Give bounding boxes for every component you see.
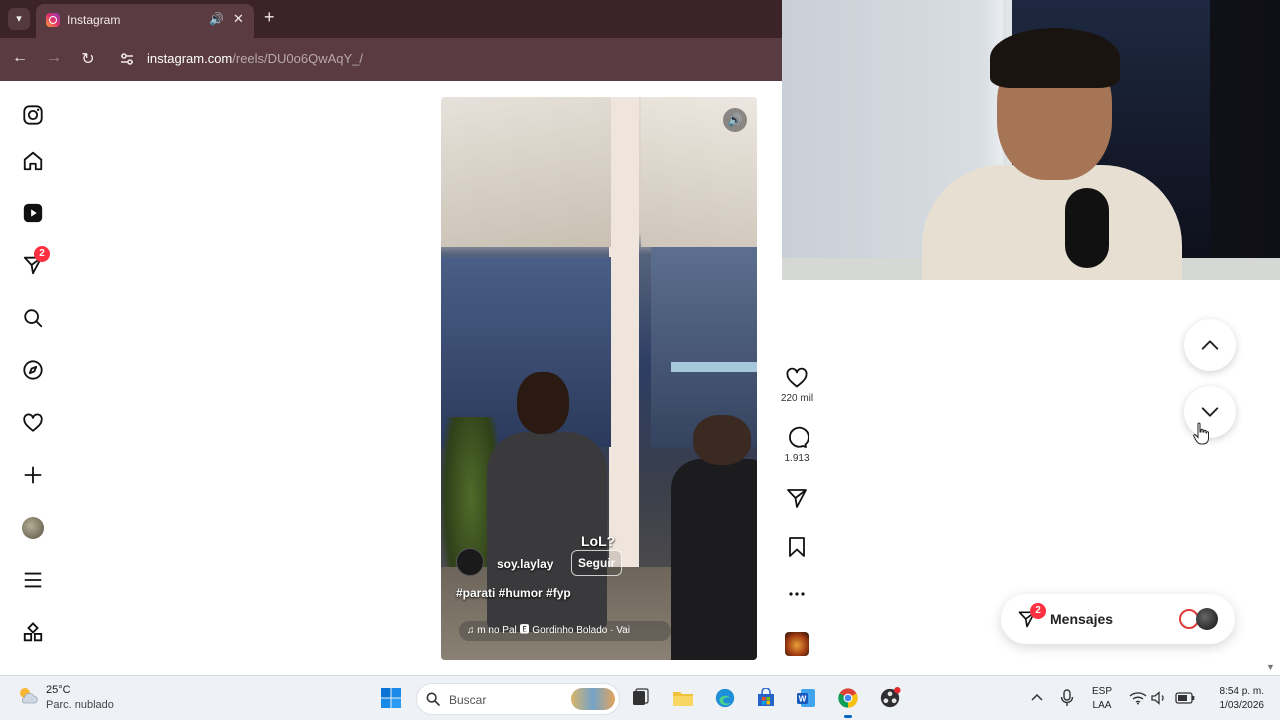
site-settings-icon[interactable]	[118, 50, 136, 68]
author-username[interactable]: soy.laylay	[497, 557, 553, 571]
clock-time: 8:54 p. m.	[1219, 686, 1264, 697]
search-highlight-art	[571, 688, 615, 710]
comment-count: 1.913	[784, 453, 810, 464]
reel-audio-info[interactable]: ♫ m no Pal 🅴 Gordinho Bolado · Vai	[459, 621, 671, 641]
reel-hashtags[interactable]: #parati #humor #fyp	[456, 586, 571, 600]
input-language-indicator[interactable]: ESP LAA	[1092, 685, 1112, 713]
also-from-meta-icon[interactable]	[21, 621, 45, 645]
like-action[interactable]: 220 mil	[776, 366, 818, 404]
audio-track-thumbnail[interactable]	[785, 632, 809, 656]
back-arrow-icon[interactable]: ←	[10, 49, 30, 67]
tab-search-chevron-icon[interactable]: ▾	[8, 8, 30, 30]
video-person-second-head	[693, 415, 751, 465]
keyboard-layout: LAA	[1092, 700, 1112, 711]
reload-icon[interactable]: ↻	[78, 49, 98, 69]
webcam-person-body	[922, 165, 1182, 280]
more-options-icon[interactable]	[776, 584, 818, 604]
video-person-head	[517, 372, 569, 434]
video-person-dancing	[487, 432, 607, 632]
new-tab-button[interactable]: +	[264, 7, 275, 27]
webcam-person-hair	[990, 28, 1120, 88]
instagram-sidebar: 2	[0, 81, 70, 675]
reel-video[interactable]: 🔊 LoL? soy.laylay Seguir #parati #humor …	[441, 97, 757, 660]
chrome-browser-icon[interactable]	[835, 685, 861, 718]
weather-temperature[interactable]: 25°C	[46, 684, 71, 696]
explore-compass-icon[interactable]	[21, 358, 45, 382]
system-clock[interactable]: 8:54 p. m. 1/03/2026	[1204, 685, 1265, 713]
windows-start-icon[interactable]	[378, 685, 404, 711]
scrollbar-down-arrow-icon[interactable]: ▼	[1266, 662, 1275, 672]
svg-text:W: W	[799, 695, 807, 704]
share-send-icon[interactable]	[785, 486, 809, 510]
browser-toolbar: ← → ↻ instagram.com/reels/DU0o6QwAqY_/	[0, 38, 782, 81]
search-icon[interactable]	[21, 306, 45, 330]
bookmark-icon[interactable]	[785, 535, 809, 559]
save-action[interactable]	[776, 535, 818, 559]
next-reel-button[interactable]	[1184, 386, 1236, 438]
profile-avatar-image	[22, 517, 44, 539]
reels-icon[interactable]	[21, 201, 45, 225]
language-code: ESP	[1092, 686, 1113, 697]
instagram-logo-icon[interactable]	[21, 103, 45, 127]
search-icon	[426, 692, 440, 706]
create-plus-icon[interactable]	[21, 463, 45, 487]
address-bar[interactable]: instagram.com/reels/DU0o6QwAqY_/	[147, 51, 363, 66]
like-count: 220 mil	[780, 393, 814, 404]
previous-reel-button[interactable]	[1184, 319, 1236, 371]
hand-cursor-icon	[1193, 422, 1209, 445]
audio-volume-icon[interactable]: 🔊	[723, 108, 747, 132]
tab-audio-playing-icon[interactable]: 🔊	[209, 12, 224, 26]
video-person-second	[671, 459, 757, 660]
volume-icon[interactable]	[1146, 685, 1172, 711]
webcam-microphone	[1065, 188, 1109, 268]
browser-tab-strip: ▾ Instagram 🔊 ✕ +	[0, 0, 782, 38]
messages-label: Mensajes	[1050, 611, 1114, 627]
obs-recording-icon[interactable]	[877, 685, 903, 711]
url-path: /reels/DU0o6QwAqY_/	[232, 51, 364, 66]
author-avatar[interactable]	[456, 548, 484, 576]
comment-bubble-icon[interactable]	[785, 426, 809, 450]
messages-button[interactable]: 2 Mensajes	[1001, 594, 1235, 644]
like-heart-icon[interactable]	[785, 366, 809, 390]
browser-tab-instagram[interactable]: Instagram 🔊 ✕	[36, 4, 254, 38]
chevron-down-icon	[1201, 407, 1219, 417]
edge-browser-icon[interactable]	[712, 685, 738, 711]
webcam-overlay	[782, 0, 1280, 280]
instagram-favicon-icon	[46, 13, 60, 27]
show-hidden-icons-chevron-icon[interactable]	[1024, 685, 1050, 711]
video-scene-ceiling-left	[441, 97, 611, 247]
follow-button[interactable]: Seguir	[571, 550, 623, 576]
search-placeholder: Buscar	[449, 693, 487, 707]
microsoft-store-icon[interactable]	[753, 685, 779, 711]
battery-icon[interactable]	[1172, 685, 1198, 711]
weather-condition[interactable]: Parc. nublado	[46, 699, 114, 711]
url-host: instagram.com	[147, 51, 233, 66]
file-explorer-icon[interactable]	[670, 685, 696, 711]
video-scene-glass-right	[651, 247, 757, 447]
task-view-icon[interactable]	[627, 685, 653, 711]
forward-arrow-icon[interactable]: →	[44, 49, 64, 67]
word-app-icon[interactable]: W	[793, 685, 819, 711]
taskbar-search-box[interactable]: Buscar	[416, 683, 620, 715]
comment-action[interactable]: 1.913	[776, 426, 818, 464]
notifications-heart-icon[interactable]	[21, 411, 45, 435]
windows-taskbar: 25°C Parc. nublado Buscar W ESP LAA 8:54…	[0, 675, 1280, 720]
conversation-avatar	[1196, 608, 1218, 630]
tab-title: Instagram	[67, 13, 121, 27]
tab-close-icon[interactable]: ✕	[233, 11, 244, 27]
video-overlay-text: LoL?	[581, 533, 616, 549]
more-menu-icon[interactable]	[21, 568, 45, 592]
direct-messages-icon[interactable]: 2	[21, 246, 50, 277]
messages-count-badge: 2	[1030, 603, 1046, 619]
microphone-icon[interactable]	[1054, 685, 1080, 711]
partly-cloudy-weather-icon[interactable]	[16, 684, 40, 708]
home-icon[interactable]	[21, 149, 45, 173]
chevron-up-icon	[1201, 340, 1219, 350]
share-action[interactable]	[776, 486, 818, 510]
video-scene-light	[671, 362, 757, 372]
profile-avatar[interactable]	[21, 516, 45, 540]
clock-date: 1/03/2026	[1219, 700, 1265, 711]
messages-badge: 2	[34, 246, 50, 262]
